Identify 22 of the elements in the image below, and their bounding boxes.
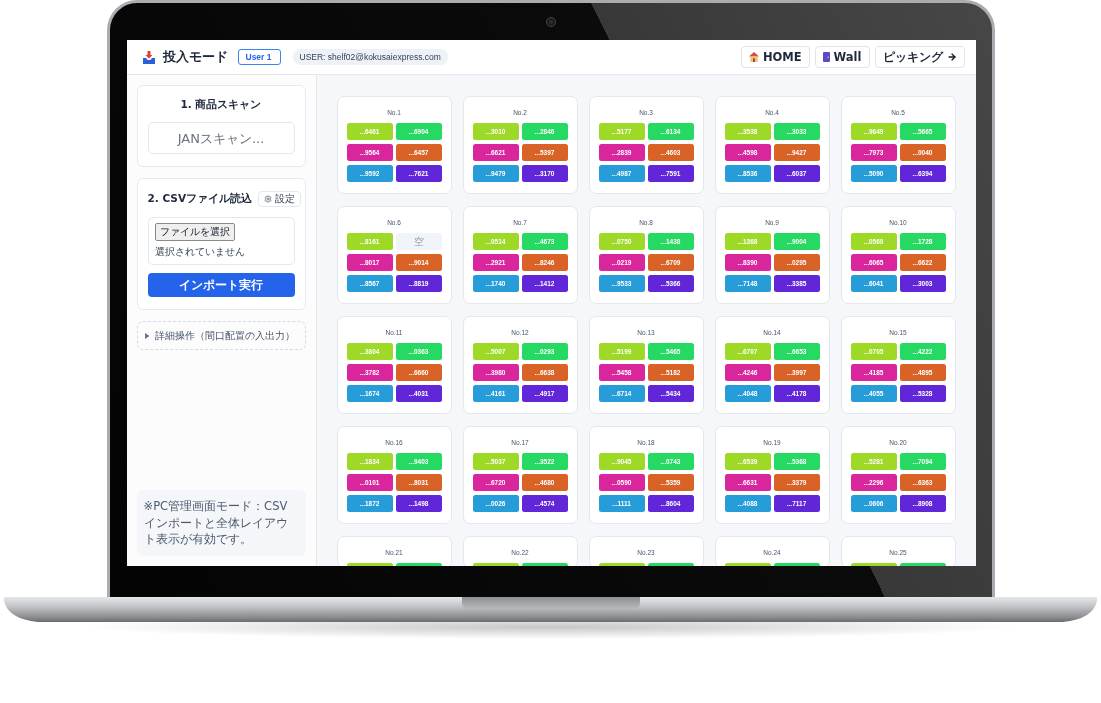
page-title: 投入モード (162, 48, 228, 66)
panel-heading: 2. CSVファイル読込 (147, 192, 253, 206)
settings-button[interactable]: 設定 (258, 191, 302, 207)
nav-button[interactable]: Wall (814, 46, 870, 68)
jan-scan-input[interactable]: JANスキャン... (147, 122, 295, 154)
panel-heading: 1. 商品スキャン (179, 98, 263, 112)
camera-icon (546, 16, 556, 27)
choose-file-button[interactable]: ファイルを選択 (154, 223, 235, 241)
settings-icon (264, 195, 273, 203)
file-status-text: 選択されていません (154, 245, 245, 259)
user-badge: User 1 (237, 49, 281, 65)
user-email-badge: USER: shelf02@kokusaiexpress.com (292, 49, 448, 65)
nav-button[interactable]: HOME (740, 46, 810, 68)
arrow-right-icon (946, 52, 957, 62)
mode-note: ※PC管理画面モード：CSVインポートと全体レイアウト表示が有効です。 (136, 490, 306, 556)
empty-slot-cell: 空 (395, 233, 442, 250)
import-button[interactable]: インポート実行 (147, 273, 295, 297)
door-icon (822, 52, 830, 62)
nav-button[interactable]: ピッキング (874, 46, 965, 68)
details-toggle[interactable]: 詳細操作（間口配置の入出力） (136, 321, 306, 350)
house-icon (748, 52, 759, 62)
inbox-tray-icon (142, 50, 155, 64)
